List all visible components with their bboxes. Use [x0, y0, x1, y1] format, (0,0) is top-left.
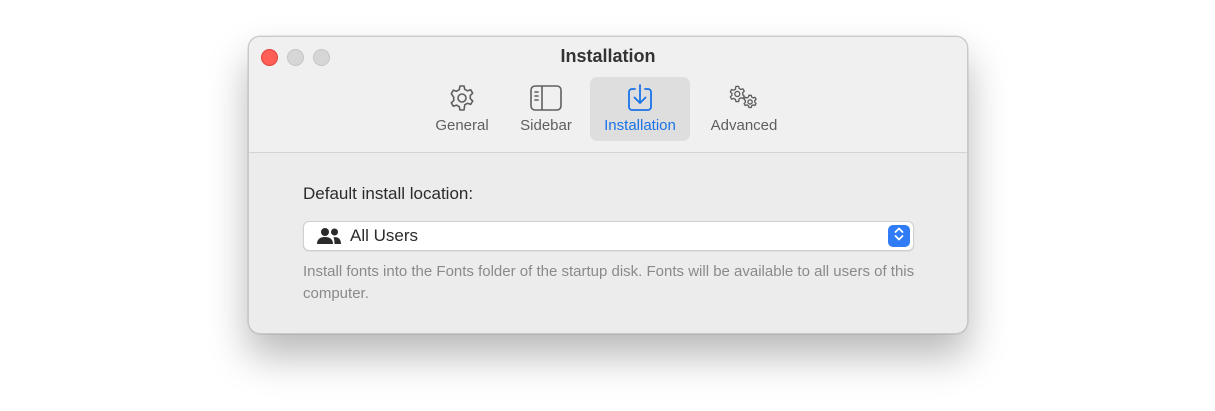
select-stepper[interactable] — [888, 225, 910, 247]
install-location-help: Install fonts into the Fonts folder of t… — [303, 263, 915, 302]
users-icon — [316, 227, 342, 245]
window-title: Installation — [560, 46, 656, 66]
tab-advanced-label: Advanced — [710, 117, 778, 134]
chevron-up-down-icon — [893, 226, 905, 247]
tab-installation[interactable]: Installation — [590, 77, 690, 141]
install-location-value: All Users — [350, 226, 419, 245]
tab-general[interactable]: General — [422, 77, 502, 141]
tab-sidebar-label: Sidebar — [520, 117, 572, 134]
titlebar: Installation General Sidebar Installatio… — [249, 37, 967, 153]
download-tray-icon — [623, 83, 657, 113]
install-location-label: Default install location: — [303, 184, 474, 203]
install-location-select[interactable]: All Users — [303, 221, 914, 251]
sidebar-icon — [529, 83, 563, 113]
tab-installation-label: Installation — [604, 117, 676, 134]
preferences-window: Installation General Sidebar Installatio… — [248, 36, 968, 334]
screenshot-stage: Installation General Sidebar Installatio… — [0, 0, 1215, 411]
tab-advanced[interactable]: Advanced — [694, 77, 794, 141]
tab-sidebar[interactable]: Sidebar — [506, 77, 586, 141]
tab-general-label: General — [435, 117, 489, 134]
preferences-toolbar: General Sidebar Installation Advanced — [249, 77, 967, 141]
gears-icon — [727, 83, 761, 113]
gear-icon — [445, 83, 479, 113]
